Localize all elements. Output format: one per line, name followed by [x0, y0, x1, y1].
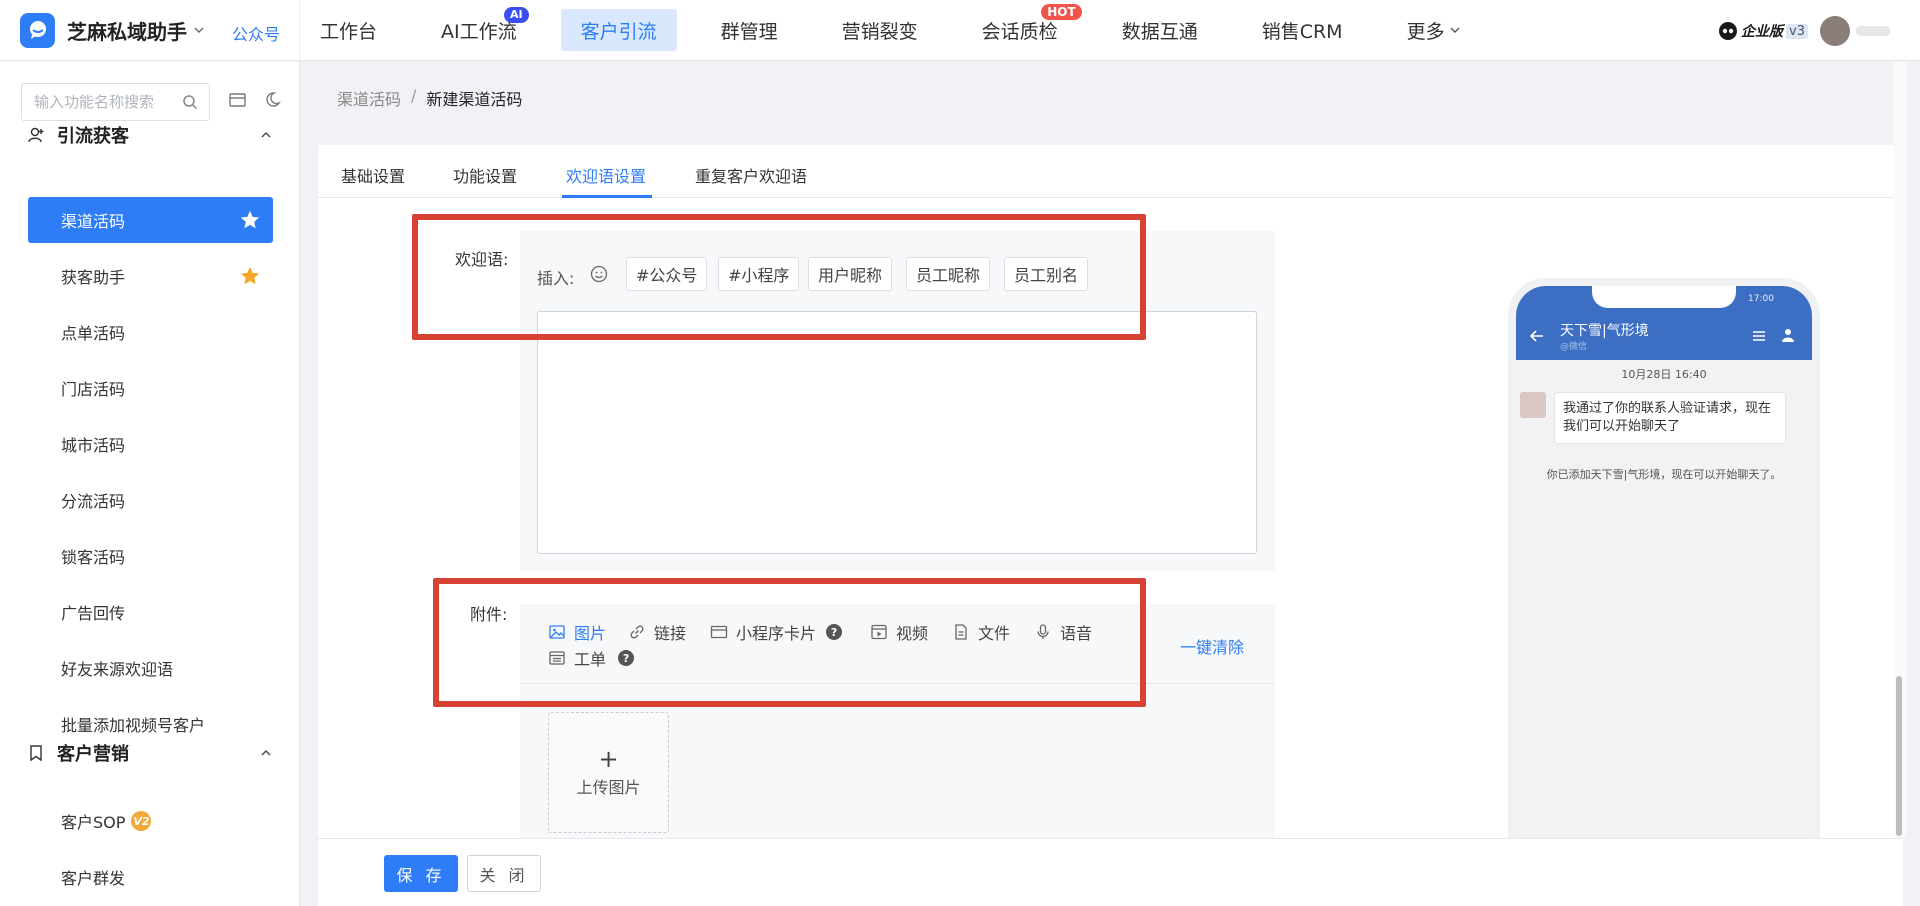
- sidebar-item-acquisition-assistant[interactable]: 获客助手: [28, 253, 273, 299]
- save-button[interactable]: 保 存: [384, 855, 458, 892]
- chat-bubble: 我通过了你的联系人验证请求，现在我们可以开始聊天了: [1554, 392, 1786, 444]
- user-add-icon: [28, 127, 44, 143]
- sidebar-item-lock-code[interactable]: 锁客活码: [28, 533, 273, 579]
- ai-badge: AI: [504, 7, 529, 23]
- app-logo-icon: [20, 12, 55, 48]
- chat-body: 10月28日 16:40 我通过了你的联系人验证请求，现在我们可以开始聊天了 你…: [1516, 360, 1812, 890]
- nav-customer-acquisition[interactable]: 客户引流: [560, 9, 677, 51]
- account-link[interactable]: 公众号: [232, 21, 280, 45]
- nav-workbench[interactable]: 工作台: [300, 9, 397, 51]
- wecom-icon: [1719, 22, 1738, 40]
- settings-tabs: 基础设置 功能设置 欢迎语设置 重复客户欢迎语: [318, 145, 1903, 198]
- breadcrumb-parent[interactable]: 渠道活码: [337, 86, 401, 110]
- sidebar-item-customer-broadcast[interactable]: 客户群发: [28, 854, 273, 900]
- nav-data-interop[interactable]: 数据互通: [1102, 9, 1218, 51]
- tab-repeat-customer-greeting[interactable]: 重复客户欢迎语: [695, 163, 807, 187]
- sidebar-item-split-code[interactable]: 分流活码: [28, 477, 273, 523]
- sidebar-item-city-code[interactable]: 城市活码: [28, 421, 273, 467]
- chat-avatar: [1520, 392, 1546, 418]
- breadcrumb-separator: /: [411, 86, 417, 105]
- person-icon: [1781, 328, 1795, 342]
- nav-session-inspection[interactable]: 会话质检 HOT: [962, 4, 1082, 51]
- scrollbar-thumb[interactable]: [1896, 676, 1902, 836]
- dark-mode-moon-icon[interactable]: [266, 91, 284, 109]
- status-time: 17:00: [1748, 294, 1774, 304]
- upload-image-button[interactable]: + 上传图片: [548, 712, 669, 833]
- chat-date: 10月28日 16:40: [1621, 368, 1707, 381]
- tab-basic-settings[interactable]: 基础设置: [341, 163, 405, 187]
- nav-marketing-fission[interactable]: 营销裂变: [822, 9, 938, 51]
- menu-group-acquisition[interactable]: 引流获客: [27, 122, 272, 148]
- sidebar-item-ad-callback[interactable]: 广告回传: [28, 589, 273, 635]
- sidebar: 引流获客 渠道活码 获客助手 点单活码 门店活码 城市活码 分流活码 锁客活码 …: [0, 62, 300, 906]
- phone-notch: [1592, 286, 1736, 308]
- main-nav: 工作台 AI工作流 AI 客户引流 群管理 营销裂变 会话质检 HOT 数据互通 销…: [300, 0, 1505, 61]
- feature-search[interactable]: [21, 83, 210, 121]
- v2-badge: V2: [131, 811, 152, 831]
- nav-ai-workflow[interactable]: AI工作流 AI: [421, 7, 537, 51]
- plus-icon: +: [598, 744, 619, 773]
- app-name: 芝麻私域助手: [67, 19, 187, 44]
- user-name-blurred: [1856, 26, 1890, 36]
- feature-search-input[interactable]: [34, 93, 174, 111]
- phone-preview: 17:00 天下雪|气形境 @微信 10月28日 16:40 我通过了你的联系人…: [1508, 278, 1820, 898]
- nav-group-management[interactable]: 群管理: [701, 9, 798, 51]
- close-button[interactable]: 关 闭: [467, 855, 541, 892]
- clear-all-button[interactable]: 一键清除: [1180, 634, 1244, 658]
- sidebar-item-customer-sop[interactable]: 客户SOP V2: [28, 798, 273, 844]
- chevron-up-icon: [261, 750, 271, 756]
- chat-header: 17:00 天下雪|气形境 @微信: [1516, 286, 1812, 360]
- sidebar-item-channel-code[interactable]: 渠道活码: [28, 197, 273, 243]
- nav-sales-crm[interactable]: 销售CRM: [1242, 9, 1363, 51]
- chat-title: 天下雪|气形境: [1560, 323, 1649, 339]
- menu-lines-icon: [1752, 329, 1766, 343]
- action-footer: 保 存 关 闭: [318, 838, 1903, 906]
- brand: 芝麻私域助手 公众号: [0, 0, 300, 61]
- highlight-box-attachment: [433, 578, 1146, 707]
- tab-greeting-settings[interactable]: 欢迎语设置: [566, 163, 646, 187]
- menu-group-marketing[interactable]: 客户营销: [27, 740, 272, 766]
- chat-system-message: 你已添加天下雪|气形境，现在可以开始聊天了。: [1546, 468, 1782, 481]
- user-area: 企业版 v3: [1718, 16, 1890, 46]
- user-avatar[interactable]: [1820, 16, 1850, 46]
- app-switch-chevron-icon[interactable]: [193, 24, 205, 36]
- breadcrumb-current: 新建渠道活码: [426, 90, 523, 109]
- back-arrow-icon: [1530, 330, 1544, 342]
- top-bar: 芝麻私域助手 公众号 工作台 AI工作流 AI 客户引流 群管理 营销裂变 会话质…: [0, 0, 1920, 61]
- active-tab-indicator: [562, 195, 652, 198]
- search-icon[interactable]: [182, 94, 198, 110]
- chat-subtitle: @微信: [1560, 342, 1588, 352]
- star-filled-icon[interactable]: [239, 209, 261, 231]
- chevron-down-icon: [1450, 27, 1460, 33]
- upload-image-label: 上传图片: [576, 777, 641, 797]
- version-tag: v3: [1786, 23, 1808, 39]
- breadcrumb: 渠道活码 / 新建渠道活码: [337, 86, 522, 110]
- greeting-textarea[interactable]: [537, 311, 1257, 554]
- highlight-box-greeting: [412, 214, 1146, 340]
- nav-more[interactable]: 更多: [1387, 9, 1481, 51]
- sidebar-item-source-greeting[interactable]: 好友来源欢迎语: [28, 645, 273, 691]
- sidebar-item-store-code[interactable]: 门店活码: [28, 365, 273, 411]
- tab-feature-settings[interactable]: 功能设置: [453, 163, 517, 187]
- chevron-up-icon: [261, 132, 271, 138]
- hot-badge: HOT: [1041, 4, 1082, 20]
- sidebar-item-order-code[interactable]: 点单活码: [28, 309, 273, 355]
- card-settings-icon[interactable]: [229, 91, 247, 109]
- edition-badge: 企业版 v3: [1718, 21, 1808, 41]
- bookmark-icon: [30, 745, 42, 762]
- star-filled-icon[interactable]: [239, 265, 261, 287]
